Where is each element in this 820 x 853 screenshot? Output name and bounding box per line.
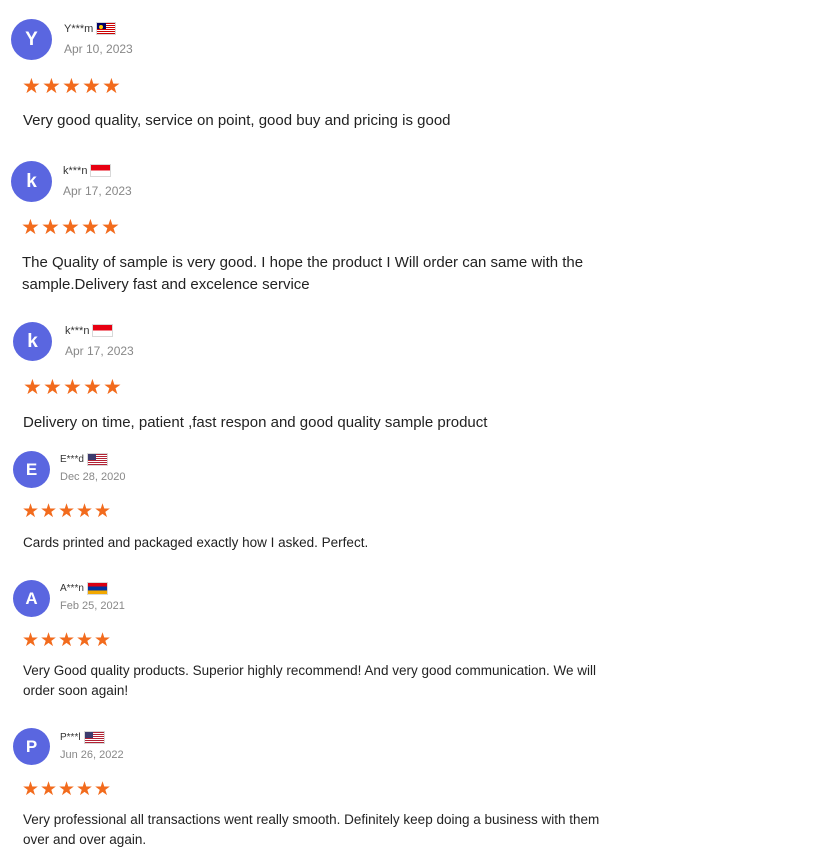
reviewer-name: P***l [60, 732, 81, 743]
review-date: Apr 17, 2023 [63, 184, 132, 198]
star-icon: ★ [58, 501, 76, 522]
review-text: Very good quality, service on point, goo… [23, 110, 451, 132]
review-date: Dec 28, 2020 [60, 471, 126, 483]
star-icon: ★ [94, 630, 112, 651]
review-date: Apr 17, 2023 [65, 344, 134, 358]
star-icon: ★ [22, 75, 41, 98]
review-date: Feb 25, 2021 [60, 600, 125, 612]
star-icon: ★ [83, 376, 102, 399]
avatar-letter: P [25, 736, 38, 756]
star-icon: ★ [94, 501, 112, 522]
avatar: Y [11, 19, 52, 60]
star-icon: ★ [40, 501, 58, 522]
malaysia-flag-icon [96, 22, 117, 35]
star-icon: ★ [22, 501, 40, 522]
star-icon: ★ [61, 216, 80, 239]
avatar: P [13, 728, 50, 765]
review-text-line: Very professional all transactions went … [23, 812, 600, 827]
review-text-line: sample.Delivery fast and excelence servi… [22, 276, 310, 293]
star-icon: ★ [40, 779, 58, 800]
review-text-line: order soon again! [23, 683, 129, 698]
star-icon: ★ [62, 75, 81, 98]
star-rating: ★ ★ ★ ★ ★ [23, 377, 123, 398]
review-text: The Quality of sample is very good. I ho… [22, 252, 583, 296]
united-states-flag-icon [83, 731, 105, 744]
reviewer-name: Y***m [64, 22, 94, 35]
star-icon: ★ [22, 630, 40, 651]
review-text-line: Delivery on time, patient ,fast respon a… [23, 414, 488, 431]
star-icon: ★ [21, 216, 40, 239]
review-text-line: Very good quality, service on point, goo… [23, 112, 451, 129]
review-text-line: over and over again. [23, 832, 147, 847]
armenia-flag-icon [86, 582, 108, 595]
avatar-letter: k [26, 170, 37, 192]
avatar: E [13, 451, 50, 488]
review-text-line: The Quality of sample is very good. I ho… [22, 254, 584, 271]
star-icon: ★ [103, 376, 122, 399]
star-icon: ★ [42, 75, 61, 98]
reviewer-name: E***d [60, 454, 84, 465]
avatar: A [13, 580, 50, 617]
review-text: Delivery on time, patient ,fast respon a… [23, 412, 487, 434]
review-date: Jun 26, 2022 [60, 749, 124, 761]
star-icon: ★ [43, 376, 62, 399]
star-icon: ★ [76, 630, 94, 651]
star-icon: ★ [41, 216, 60, 239]
star-rating: ★ ★ ★ ★ ★ [22, 780, 112, 799]
star-icon: ★ [82, 75, 101, 98]
star-icon: ★ [63, 376, 82, 399]
star-rating: ★ ★ ★ ★ ★ [22, 76, 122, 97]
star-icon: ★ [23, 376, 42, 399]
indonesia-flag-icon [92, 324, 114, 337]
indonesia-flag-icon [90, 164, 112, 177]
avatar: k [13, 322, 52, 361]
star-icon: ★ [102, 75, 121, 98]
star-rating: ★ ★ ★ ★ ★ [22, 502, 112, 521]
star-rating: ★ ★ ★ ★ ★ [22, 631, 112, 650]
star-icon: ★ [76, 501, 94, 522]
review-text: Cards printed and packaged exactly how I… [23, 533, 368, 553]
united-states-flag-icon [86, 453, 108, 466]
review-text: Very Good quality products. Superior hig… [23, 661, 596, 701]
star-rating: ★ ★ ★ ★ ★ [21, 217, 121, 238]
avatar-letter: A [25, 588, 38, 608]
review-date: Apr 10, 2023 [64, 42, 133, 56]
star-icon: ★ [40, 630, 58, 651]
star-icon: ★ [101, 216, 120, 239]
reviewer-name: k***n [63, 164, 88, 177]
avatar-letter: Y [25, 28, 38, 50]
reviewer-name: A***n [60, 583, 84, 594]
star-icon: ★ [76, 779, 94, 800]
star-icon: ★ [94, 779, 112, 800]
review-text-line: Very Good quality products. Superior hig… [23, 663, 597, 678]
reviewer-name: k***n [65, 324, 90, 337]
star-icon: ★ [22, 779, 40, 800]
star-icon: ★ [81, 216, 100, 239]
star-icon: ★ [58, 630, 76, 651]
avatar-letter: E [25, 459, 38, 479]
reviews-list: Y Y***m Apr 10, 2023 ★ ★ ★ ★ ★ Very good… [0, 0, 820, 853]
avatar: k [11, 161, 52, 202]
avatar-letter: k [27, 330, 38, 352]
review-text-line: Cards printed and packaged exactly how I… [23, 535, 369, 550]
star-icon: ★ [58, 779, 76, 800]
review-text: Very professional all transactions went … [23, 810, 599, 850]
